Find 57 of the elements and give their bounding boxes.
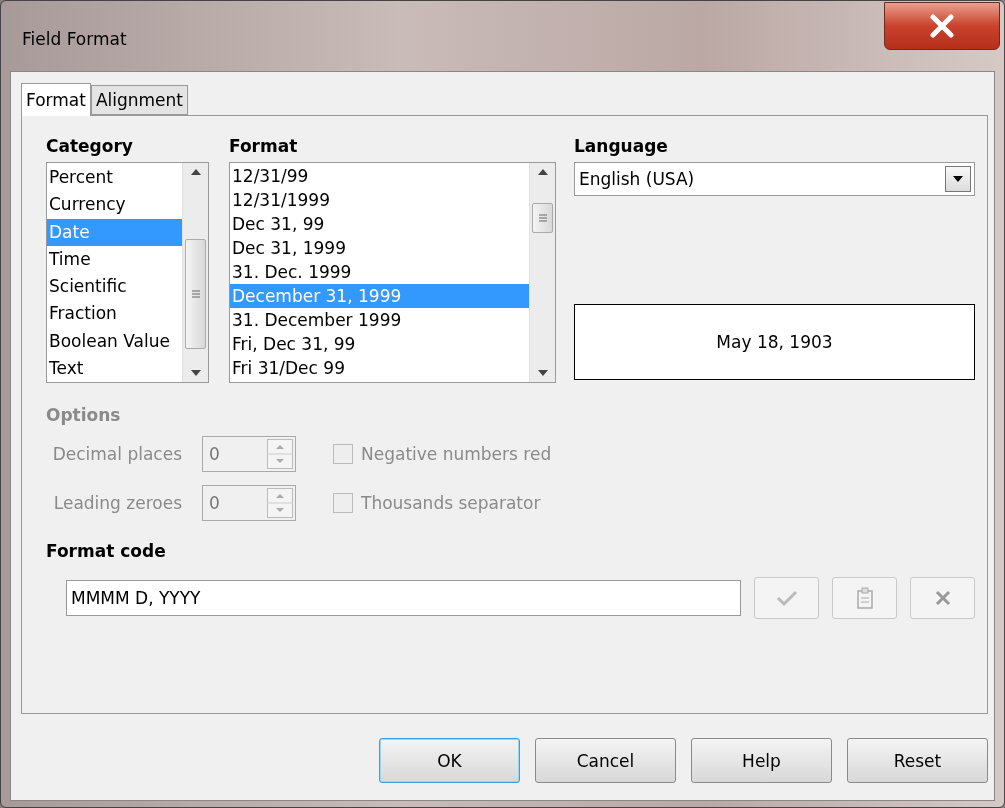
section-heading: Format xyxy=(229,136,299,158)
list-item[interactable]: Percent xyxy=(47,164,182,192)
comment-button[interactable] xyxy=(832,577,898,619)
list-item[interactable]: Dec 31, 1999 xyxy=(230,236,529,260)
section-heading: Format code xyxy=(46,541,167,563)
list-item[interactable]: Time xyxy=(47,245,182,274)
tab[interactable]: Alignment xyxy=(90,85,189,115)
list-item[interactable]: Dec 31, 99 xyxy=(230,212,529,236)
section-heading: Options xyxy=(46,405,122,427)
scroll-down-icon[interactable] xyxy=(190,370,201,376)
list-item[interactable]: Boolean Value xyxy=(47,327,182,356)
caret-icon xyxy=(953,176,963,182)
scrollbar-thumb[interactable] xyxy=(185,239,206,349)
check-icon xyxy=(775,589,798,607)
dialog-button[interactable]: OK xyxy=(379,738,520,783)
check-button[interactable] xyxy=(754,577,820,619)
dialog-button[interactable]: Help xyxy=(691,738,832,783)
close-icon xyxy=(928,14,956,38)
list-item[interactable]: Scientific xyxy=(47,273,182,301)
section-heading: Language xyxy=(574,136,669,158)
list-item[interactable]: Fri, Dec 31, 99 xyxy=(230,332,529,356)
scrollbar[interactable] xyxy=(529,163,555,382)
spin-arrows-icon xyxy=(267,487,293,518)
list-box[interactable]: 12/31/99 12/31/1999 Dec 31, 99 Dec 31, 1999 31. Dec. 1999 December 31, 1999 31. December 1999 Fri, Dec 31, 99 Fri 31/Dec 99 xyxy=(229,162,556,383)
checkbox-label: Negative numbers red xyxy=(361,443,552,464)
checkbox-label: Thousands separator xyxy=(361,492,541,513)
field-label: Decimal places xyxy=(51,443,183,464)
list-item[interactable]: Text xyxy=(47,355,182,382)
field-label: Leading zeroes xyxy=(52,492,183,513)
list-item[interactable]: 12/31/99 xyxy=(230,164,529,188)
dialog-button[interactable]: Reset xyxy=(847,738,988,783)
scrollbar-thumb[interactable] xyxy=(532,203,553,233)
list-item[interactable]: 31. December 1999 xyxy=(230,308,529,332)
section-heading: Category xyxy=(46,136,134,158)
spin-arrows-icon xyxy=(267,438,293,469)
delete-button[interactable] xyxy=(910,577,975,619)
window-title: Field Format xyxy=(22,29,127,49)
list-item[interactable]: Currency xyxy=(47,191,182,219)
dialog-button[interactable]: Cancel xyxy=(535,738,676,783)
clipboard-icon xyxy=(855,587,874,609)
list-item[interactable]: Fraction xyxy=(47,300,182,328)
preview-box: May 18, 1903 xyxy=(574,304,975,380)
list-item[interactable]: 31. Dec. 1999 xyxy=(230,260,529,284)
scroll-up-icon[interactable] xyxy=(190,169,201,175)
scroll-down-icon[interactable] xyxy=(537,370,548,376)
grip-icon xyxy=(190,289,201,299)
grip-icon xyxy=(537,213,548,223)
close-icon xyxy=(934,590,951,606)
list-item[interactable]: Fri 31/Dec 99 xyxy=(230,356,529,380)
list-box[interactable]: Percent Currency Date Time Scientific Fraction Boolean Value Text xyxy=(46,162,209,383)
scrollbar[interactable] xyxy=(182,163,208,382)
close-button[interactable] xyxy=(884,2,1000,50)
language-dropdown[interactable]: English (USA) xyxy=(574,162,975,196)
format-code-field[interactable]: MMMM D, YYYY xyxy=(66,580,742,616)
scroll-up-icon[interactable] xyxy=(537,169,548,175)
list-item[interactable]: 12/31/1999 xyxy=(230,188,529,212)
tab[interactable]: Format xyxy=(21,83,91,116)
